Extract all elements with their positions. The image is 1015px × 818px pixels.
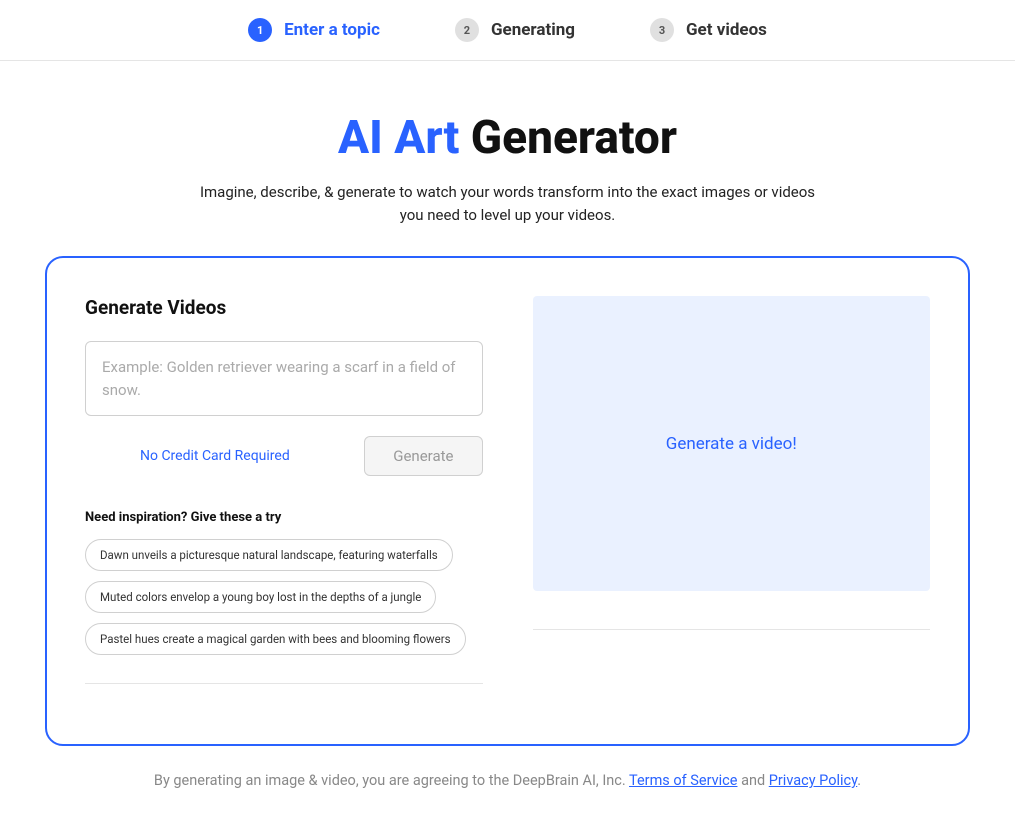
step-label-1: Enter a topic bbox=[284, 20, 380, 40]
step-3[interactable]: 3 Get videos bbox=[650, 18, 767, 42]
main-panel: Generate Videos No Credit Card Required … bbox=[45, 256, 970, 746]
privacy-link[interactable]: Privacy Policy bbox=[769, 772, 858, 789]
hero: AI Art Generator Imagine, describe, & ge… bbox=[0, 111, 1015, 226]
generate-button[interactable]: Generate bbox=[364, 436, 482, 476]
step-1[interactable]: 1 Enter a topic bbox=[248, 18, 380, 42]
stepper: 1 Enter a topic 2 Generating 3 Get video… bbox=[0, 0, 1015, 61]
preview-column: Generate a video! bbox=[533, 296, 931, 684]
footer-suffix: . bbox=[857, 772, 861, 789]
step-label-2: Generating bbox=[491, 20, 575, 40]
prompt-input[interactable] bbox=[85, 341, 483, 416]
actions-row: No Credit Card Required Generate bbox=[85, 436, 483, 476]
no-credit-card-label: No Credit Card Required bbox=[140, 448, 290, 464]
section-title: Generate Videos bbox=[85, 296, 483, 319]
footer-prefix: By generating an image & video, you are … bbox=[154, 772, 629, 789]
preview-text: Generate a video! bbox=[666, 434, 797, 454]
inspiration-chip[interactable]: Muted colors envelop a young boy lost in… bbox=[85, 581, 436, 613]
divider bbox=[533, 629, 931, 630]
terms-link[interactable]: Terms of Service bbox=[629, 772, 737, 789]
step-2[interactable]: 2 Generating bbox=[455, 18, 575, 42]
title-rest: Generator bbox=[459, 111, 677, 165]
page-subtitle: Imagine, describe, & generate to watch y… bbox=[198, 181, 818, 226]
page-title: AI Art Generator bbox=[0, 111, 1015, 165]
step-num-1: 1 bbox=[248, 18, 272, 42]
inspiration-title: Need inspiration? Give these a try bbox=[85, 510, 483, 525]
step-num-2: 2 bbox=[455, 18, 479, 42]
step-num-3: 3 bbox=[650, 18, 674, 42]
divider bbox=[85, 683, 483, 684]
preview-placeholder: Generate a video! bbox=[533, 296, 931, 591]
title-accent: AI Art bbox=[338, 111, 459, 165]
input-column: Generate Videos No Credit Card Required … bbox=[85, 296, 483, 684]
step-label-3: Get videos bbox=[686, 20, 767, 40]
footer-mid: and bbox=[737, 772, 768, 789]
inspiration-chips: Dawn unveils a picturesque natural lands… bbox=[85, 539, 483, 665]
inspiration-chip[interactable]: Pastel hues create a magical garden with… bbox=[85, 623, 466, 655]
footer-legal: By generating an image & video, you are … bbox=[0, 772, 1015, 789]
inspiration-chip[interactable]: Dawn unveils a picturesque natural lands… bbox=[85, 539, 453, 571]
